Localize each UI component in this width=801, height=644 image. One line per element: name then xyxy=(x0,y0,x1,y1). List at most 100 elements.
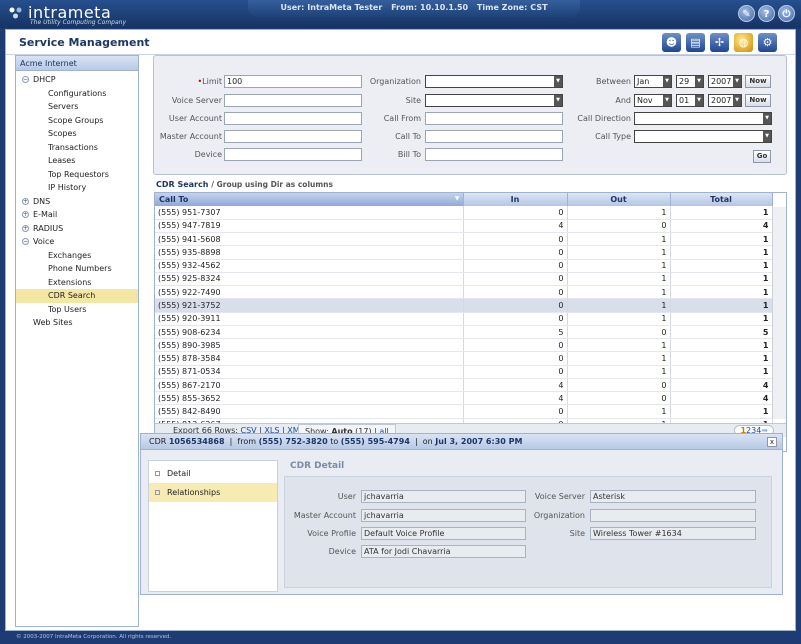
collapse-icon[interactable]: − xyxy=(22,76,29,83)
call-type-select[interactable]: ▼ xyxy=(634,130,772,143)
between-day-select[interactable]: 29 ▼ xyxy=(676,75,704,88)
and-label: And xyxy=(615,96,631,105)
help-icon[interactable]: ? xyxy=(758,5,775,22)
sidebar-item-leases[interactable]: Leases xyxy=(16,154,138,168)
limit-label-text: Limit xyxy=(202,77,222,86)
dropdown-arrow-icon: ▼ xyxy=(695,95,703,106)
sidebar-item-transactions[interactable]: Transactions xyxy=(16,141,138,155)
detail-user-value: jchavarria xyxy=(361,490,526,503)
detail-tab-detail[interactable]: Detail xyxy=(149,464,277,483)
expand-icon[interactable]: + xyxy=(22,197,29,205)
dropdown-arrow-icon: ▼ xyxy=(663,95,671,106)
globe-icon[interactable]: ◍ xyxy=(734,33,753,52)
table-row[interactable]: (555) 941-5608 0 1 1 xyxy=(155,232,773,247)
sidebar-item-label: CDR Search xyxy=(48,291,96,300)
detail-header: CDR 1056534868 | from (555) 752-3820 to … xyxy=(141,434,782,450)
cell-total: 1 xyxy=(670,285,773,300)
cell-total: 1 xyxy=(670,365,773,379)
sidebar-item-voice[interactable]: − Voice xyxy=(16,235,138,249)
sidebar-item-radius[interactable]: + RADIUS xyxy=(16,222,138,236)
cdr-search-title: CDR Search / Group using Dir as columns xyxy=(156,180,333,189)
and-year-select[interactable]: 2007 ▼ xyxy=(708,94,742,107)
close-icon[interactable]: x xyxy=(767,437,777,447)
column-header-in[interactable]: In xyxy=(463,193,568,206)
sidebar-item-top-requestors[interactable]: Top Requestors xyxy=(16,168,138,182)
expand-icon[interactable]: + xyxy=(22,211,29,218)
table-scrollbar[interactable] xyxy=(772,207,786,419)
cell-in: 0 xyxy=(463,365,568,379)
sidebar-item-e-mail[interactable]: + E-Mail xyxy=(16,208,138,222)
table-row[interactable]: (555) 922-7490 0 1 1 xyxy=(155,285,773,300)
column-header-out[interactable]: Out xyxy=(567,193,671,206)
detail-master-account-label: Master Account xyxy=(293,511,356,520)
call-direction-select[interactable]: ▼ xyxy=(634,112,772,125)
table-row[interactable]: (555) 951-7307 0 1 1 xyxy=(155,206,773,220)
network-icon[interactable]: ✢ xyxy=(710,33,729,52)
cell-in: 4 xyxy=(463,378,568,393)
table-row[interactable]: (555) 925-8324 0 1 1 xyxy=(155,272,773,287)
cdr-subtitle: / Group using Dir as columns xyxy=(211,180,333,189)
sidebar: Acme Internet − DHCP Configurations Servers… xyxy=(15,55,139,627)
expand-icon[interactable]: + xyxy=(22,224,29,232)
table-row[interactable]: (555) 890-3985 0 1 1 xyxy=(155,338,773,353)
bill-to-input[interactable] xyxy=(425,148,563,161)
site-label: Site xyxy=(405,96,421,105)
detail-organization-value xyxy=(590,509,756,522)
sidebar-item-exchanges[interactable]: Exchanges xyxy=(16,249,138,263)
between-year-select[interactable]: 2007 ▼ xyxy=(708,75,742,88)
sidebar-item-scope-groups[interactable]: Scope Groups xyxy=(16,114,138,128)
table-row[interactable]: (555) 855-3652 4 0 4 xyxy=(155,391,773,406)
settings-icon[interactable]: ⚙ xyxy=(758,33,777,52)
table-row[interactable]: (555) 867-2170 4 0 4 xyxy=(155,378,773,393)
sidebar-item-web-sites[interactable]: Web Sites xyxy=(16,316,138,330)
reports-icon[interactable]: ▤ xyxy=(686,33,705,52)
dropdown-arrow-icon: ▼ xyxy=(733,95,741,106)
dropdown-arrow-icon: ▼ xyxy=(763,131,771,142)
sidebar-item-servers[interactable]: Servers xyxy=(16,100,138,114)
sidebar-item-top-users[interactable]: Top Users xyxy=(16,303,138,317)
users-icon[interactable]: ☻ xyxy=(662,33,681,52)
sidebar-item-extensions[interactable]: Extensions xyxy=(16,276,138,290)
table-row[interactable]: (555) 871-0534 0 1 1 xyxy=(155,365,773,379)
table-row[interactable]: (555) 878-3584 0 1 1 xyxy=(155,351,773,366)
cell-out: 0 xyxy=(567,219,671,234)
sidebar-item-dhcp[interactable]: − DHCP xyxy=(16,73,138,87)
detail-tab-label: Detail xyxy=(167,469,191,478)
sidebar-item-scopes[interactable]: Scopes xyxy=(16,127,138,141)
table-row[interactable]: (555) 947-7819 4 0 4 xyxy=(155,219,773,234)
between-month-value: Jan xyxy=(637,77,650,86)
on-label: on xyxy=(422,437,433,446)
table-row[interactable]: (555) 908-6234 5 0 5 xyxy=(155,325,773,340)
column-header-total[interactable]: Total xyxy=(670,193,773,206)
sidebar-item-dns[interactable]: + DNS xyxy=(16,195,138,209)
between-year-value: 2007 xyxy=(711,77,732,86)
sidebar-item-cdr-search[interactable]: CDR Search xyxy=(16,289,138,303)
between-now-button[interactable]: Now xyxy=(745,75,771,88)
table-row[interactable]: (555) 932-4562 0 1 1 xyxy=(155,259,773,273)
logo-icon xyxy=(9,7,22,19)
dropdown-arrow-icon: ▼ xyxy=(663,76,671,87)
bullet-icon xyxy=(155,490,160,495)
table-row[interactable]: (555) 920-3911 0 1 1 xyxy=(155,312,773,326)
and-now-button[interactable]: Now xyxy=(745,94,771,107)
and-month-select[interactable]: Nov ▼ xyxy=(634,94,672,107)
to-label: to xyxy=(330,437,339,446)
collapse-icon[interactable]: − xyxy=(22,238,29,245)
and-day-select[interactable]: 01 ▼ xyxy=(676,94,704,107)
detail-tab-relationships[interactable]: Relationships xyxy=(149,483,277,502)
between-month-select[interactable]: Jan ▼ xyxy=(634,75,672,88)
table-row[interactable]: (555) 842-8490 0 1 1 xyxy=(155,404,773,419)
tools-icon[interactable]: ✎ xyxy=(738,5,755,22)
column-header-call-to[interactable]: Call To ▼ xyxy=(155,193,464,206)
power-icon[interactable]: ⏻ xyxy=(778,5,795,22)
timezone-value: CST xyxy=(530,3,548,12)
dropdown-arrow-icon: ▼ xyxy=(763,113,771,124)
table-row[interactable]: (555) 935-8898 0 1 1 xyxy=(155,245,773,260)
go-button[interactable]: Go xyxy=(753,150,771,163)
sidebar-item-configurations[interactable]: Configurations xyxy=(16,87,138,101)
cell-out: 1 xyxy=(567,272,671,287)
sidebar-item-ip-history[interactable]: IP History xyxy=(16,181,138,195)
cell-total: 1 xyxy=(670,338,773,353)
table-row[interactable]: (555) 921-3752 0 1 1 xyxy=(155,298,773,313)
sidebar-item-phone-numbers[interactable]: Phone Numbers xyxy=(16,262,138,276)
